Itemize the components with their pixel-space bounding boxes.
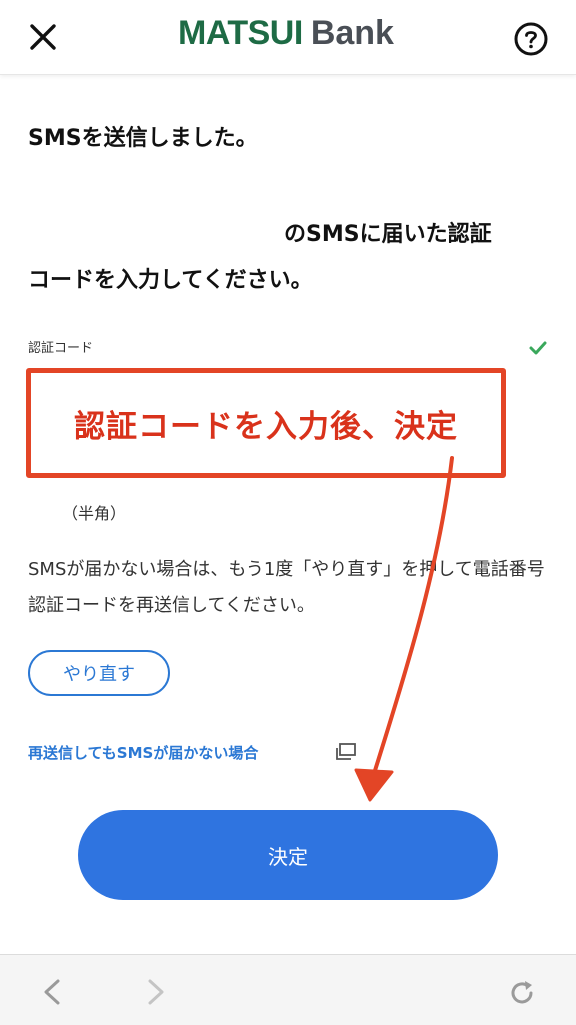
close-icon xyxy=(30,24,56,50)
forward-button[interactable] xyxy=(140,977,170,1007)
resend-notice: SMSが届かない場合は、もう1度「やり直す」を押して電話番号認証コードを再送信し… xyxy=(28,559,545,616)
redacted-phone-number xyxy=(28,208,282,252)
retry-button[interactable]: やり直す xyxy=(28,650,170,696)
close-button[interactable] xyxy=(26,20,60,54)
chevron-left-icon xyxy=(44,979,60,1005)
external-window-icon xyxy=(336,743,356,760)
reload-button[interactable] xyxy=(506,977,538,1009)
page-title: SMSを送信しました。 xyxy=(28,126,258,151)
chevron-right-icon xyxy=(148,979,164,1005)
half-width-note: （半角） xyxy=(62,504,127,523)
matsui-bank-logo: MATSUI Bank xyxy=(178,14,394,60)
sms-not-received-link[interactable]: 再送信してもSMSが届かない場合 xyxy=(28,742,258,763)
check-icon xyxy=(529,341,547,355)
reload-icon xyxy=(511,981,533,1004)
auth-code-annotation: 認証コードを入力後、決定 xyxy=(74,408,458,445)
auth-code-label: 認証コード xyxy=(28,341,94,356)
app-header: MATSUI Bank xyxy=(0,0,576,75)
help-circle-icon xyxy=(514,22,548,56)
back-button[interactable] xyxy=(38,977,68,1007)
logo-brand: MATSUI xyxy=(178,14,303,52)
help-button[interactable] xyxy=(512,20,550,58)
browser-bottom-bar xyxy=(0,954,576,1025)
logo-bank: Bank xyxy=(310,14,394,52)
instruction-line-2: コードを入力してください。 xyxy=(28,268,313,293)
auth-code-input[interactable]: 認証コードを入力後、決定 xyxy=(26,368,506,478)
instruction-line-1: のSMSに届いた認証 xyxy=(284,222,492,247)
submit-button[interactable]: 決定 xyxy=(78,810,498,900)
